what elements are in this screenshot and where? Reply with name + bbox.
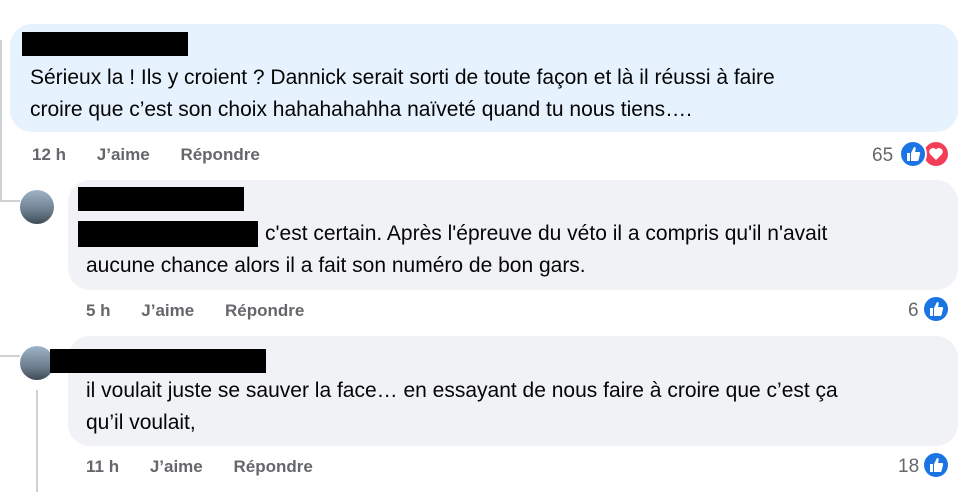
- reply-button[interactable]: Répondre: [180, 145, 259, 164]
- comment-actions: 12 h J’aime Répondre: [32, 145, 286, 165]
- like-icon[interactable]: [922, 295, 950, 323]
- like-button[interactable]: J’aime: [141, 301, 194, 320]
- comment-actions: 5 h J’aime Répondre: [86, 301, 330, 321]
- comment-timestamp[interactable]: 12 h: [32, 145, 66, 164]
- thread-connector: [0, 200, 20, 202]
- comment-text-line: croire que c’est son choix hahahahahha n…: [30, 98, 692, 121]
- redacted-author-name: [50, 349, 266, 373]
- avatar[interactable]: [20, 190, 54, 224]
- comment-actions: 11 h J’aime Répondre: [86, 457, 339, 477]
- thread-line: [0, 40, 2, 200]
- comment-text-line: qu’il voulait,: [86, 411, 196, 434]
- avatar[interactable]: [20, 346, 54, 380]
- reply-button[interactable]: Répondre: [225, 301, 304, 320]
- comment-text-line: c'est certain. Après l'épreuve du véto i…: [265, 222, 828, 245]
- thread-connector: [0, 355, 20, 357]
- reaction-count[interactable]: 65: [872, 145, 893, 167]
- comment-timestamp[interactable]: 11 h: [86, 457, 119, 476]
- reaction-count[interactable]: 6: [908, 300, 919, 322]
- comment-text-line: il voulait juste se sauver la face… en e…: [86, 379, 838, 402]
- like-icon[interactable]: [922, 451, 950, 479]
- like-button[interactable]: J’aime: [150, 457, 203, 476]
- comment-text-line: aucune chance alors il a fait son numéro…: [86, 254, 586, 277]
- redacted-author-name: [78, 187, 244, 211]
- redacted-author-name: [22, 32, 188, 56]
- comment-timestamp[interactable]: 5 h: [86, 301, 111, 320]
- like-button[interactable]: J’aime: [97, 145, 150, 164]
- reaction-count[interactable]: 18: [898, 456, 919, 478]
- reply-button[interactable]: Répondre: [234, 457, 313, 476]
- comment-text-line: Sérieux la ! Ils y croient ? Dannick ser…: [30, 66, 775, 89]
- thread-line: [36, 390, 38, 492]
- redacted-mention: [78, 221, 258, 247]
- like-icon[interactable]: [899, 140, 927, 168]
